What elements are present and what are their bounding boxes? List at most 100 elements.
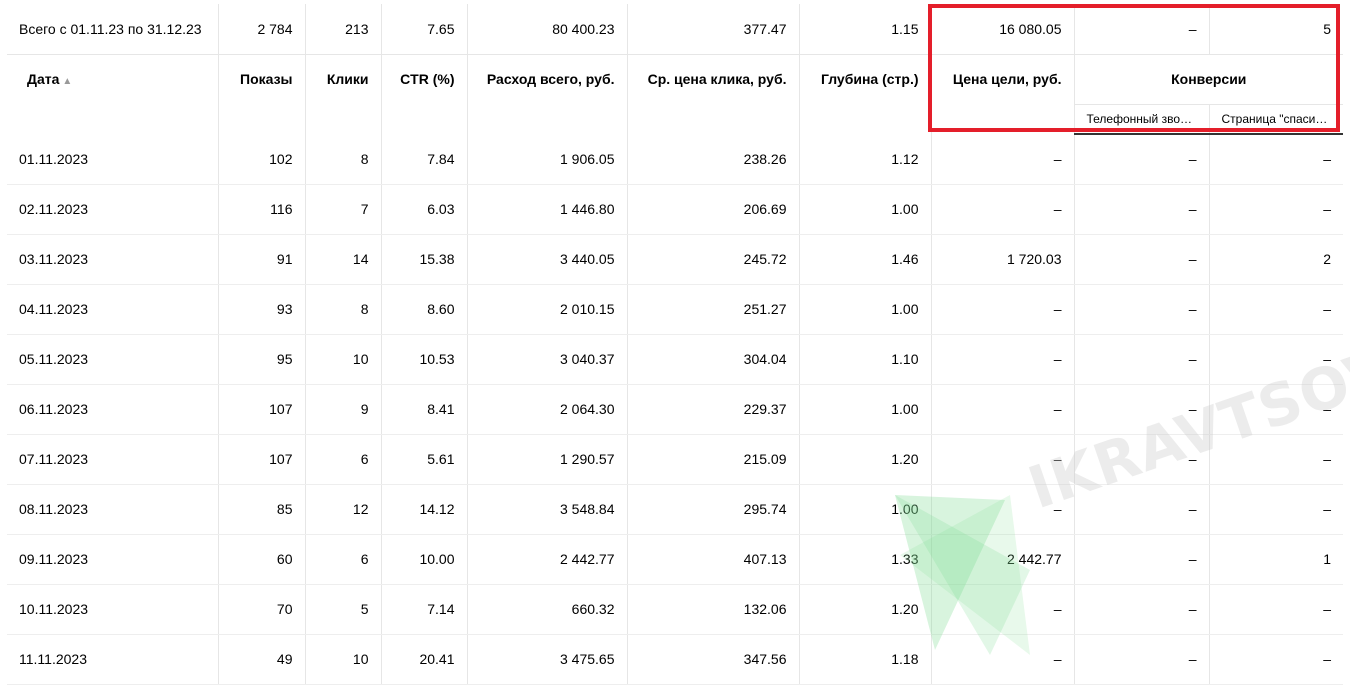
column-header-clicks[interactable]: Клики [304, 54, 381, 134]
column-header-impressions[interactable]: Показы [217, 54, 305, 134]
cell-clicks: 7 [304, 184, 381, 235]
cell-goal-price: – [930, 334, 1074, 385]
cell-conv-phone: – [1073, 434, 1209, 485]
cell-conv-thanks: – [1208, 634, 1343, 685]
table-row[interactable]: 03.11.2023 91 14 15.38 3 440.05 245.72 1.46 1 7… [7, 234, 1343, 285]
column-header-conversions[interactable]: Конверсии [1073, 54, 1343, 105]
cell-cost: 1 906.05 [466, 134, 627, 185]
table-row[interactable]: 06.11.2023 107 9 8.41 2 064.30 229.37 1.00– – – [7, 384, 1343, 435]
cell-date: 07.11.2023 [7, 434, 218, 485]
column-header-cost[interactable]: Расход всего, руб. [466, 54, 627, 134]
cell-impressions: 102 [217, 134, 305, 185]
cell-goal-price: 2 442.77 [930, 534, 1074, 585]
cell-conv-thanks: – [1208, 384, 1343, 435]
table-row[interactable]: 10.11.2023 70 5 7.14 660.32 132.06 1.20– – – [7, 584, 1343, 635]
cell-conv-phone: – [1073, 584, 1209, 635]
cell-cost: 3 440.05 [466, 234, 627, 285]
sort-ascending-icon: ▲ [62, 75, 73, 87]
total-impressions: 2 784 [217, 4, 305, 55]
cell-conv-phone: – [1073, 184, 1209, 235]
cell-clicks: 14 [304, 234, 381, 285]
cell-goal-price: – [930, 484, 1074, 535]
column-header-conv-thanks[interactable]: Страница "спасибо" [1208, 103, 1343, 135]
table-row[interactable]: 07.11.2023 107 6 5.61 1 290.57 215.09 1.20– – – [7, 434, 1343, 485]
cell-clicks: 6 [304, 434, 381, 485]
column-header-avg-cpc[interactable]: Ср. цена клика, руб. [626, 54, 799, 134]
cell-goal-price: – [930, 184, 1074, 235]
total-goal-price: 16 080.05 [930, 4, 1074, 55]
cell-cost: 660.32 [466, 584, 627, 635]
cell-date: 10.11.2023 [7, 584, 218, 635]
total-avg-cpc: 377.47 [626, 4, 799, 55]
cell-date: 09.11.2023 [7, 534, 218, 585]
total-cost: 80 400.23 [466, 4, 627, 55]
cell-conv-phone: – [1073, 384, 1209, 435]
cell-depth: 1.00 [798, 284, 931, 335]
column-header-date-label: Дата [27, 70, 60, 87]
cell-ctr: 8.41 [380, 384, 467, 435]
cell-impressions: 70 [217, 584, 305, 635]
cell-cost: 3 040.37 [466, 334, 627, 385]
cell-depth: 1.00 [798, 384, 931, 435]
cell-clicks: 9 [304, 384, 381, 435]
cell-ctr: 7.84 [380, 134, 467, 185]
column-header-depth[interactable]: Глубина (стр.) [798, 54, 931, 134]
table-row[interactable]: 09.11.2023 60 6 10.00 2 442.77 407.13 1.33 2 44… [7, 534, 1343, 585]
table-row[interactable]: 05.11.2023 95 10 10.53 3 040.37 304.04 1.10– – – [7, 334, 1343, 385]
total-label: Всего с 01.11.23 по 31.12.23 [7, 4, 218, 55]
table-row[interactable]: 11.11.2023 49 10 20.41 3 475.65 347.56 1.18– – – [7, 634, 1343, 685]
column-header-conv-phone[interactable]: Телефонный звонок [1073, 103, 1209, 135]
total-conv-thanks: 5 [1208, 4, 1343, 55]
table-row[interactable]: 01.11.2023 102 8 7.84 1 906.05 238.26 1.12– – – [7, 134, 1343, 185]
column-header-date[interactable]: Дата ▲ [7, 54, 218, 134]
cell-cost: 3 475.65 [466, 634, 627, 685]
cell-cost: 2 064.30 [466, 384, 627, 435]
cell-depth: 1.00 [798, 184, 931, 235]
cell-goal-price: – [930, 134, 1074, 185]
cell-depth: 1.12 [798, 134, 931, 185]
cell-date: 08.11.2023 [7, 484, 218, 535]
statistics-table: Всего с 01.11.23 по 31.12.23 2 784 213 7… [7, 4, 1343, 685]
cell-ctr: 10.00 [380, 534, 467, 585]
cell-conv-phone: – [1073, 484, 1209, 535]
cell-conv-phone: – [1073, 334, 1209, 385]
cell-avg-cpc: 215.09 [626, 434, 799, 485]
cell-avg-cpc: 132.06 [626, 584, 799, 635]
cell-conv-thanks: – [1208, 334, 1343, 385]
cell-avg-cpc: 206.69 [626, 184, 799, 235]
column-header-goal-price[interactable]: Цена цели, руб. [930, 54, 1074, 134]
cell-conv-phone: – [1073, 134, 1209, 185]
cell-avg-cpc: 245.72 [626, 234, 799, 285]
cell-depth: 1.46 [798, 234, 931, 285]
cell-clicks: 8 [304, 134, 381, 185]
cell-clicks: 6 [304, 534, 381, 585]
cell-avg-cpc: 238.26 [626, 134, 799, 185]
cell-goal-price: – [930, 384, 1074, 435]
table-row[interactable]: 02.11.2023 116 7 6.03 1 446.80 206.69 1.00– – – [7, 184, 1343, 235]
cell-clicks: 5 [304, 584, 381, 635]
cell-impressions: 49 [217, 634, 305, 685]
cell-impressions: 116 [217, 184, 305, 235]
column-header-ctr[interactable]: CTR (%) [380, 54, 467, 134]
cell-conv-thanks: – [1208, 584, 1343, 635]
cell-clicks: 10 [304, 334, 381, 385]
cell-depth: 1.33 [798, 534, 931, 585]
cell-avg-cpc: 251.27 [626, 284, 799, 335]
cell-conv-phone: – [1073, 534, 1209, 585]
cell-ctr: 8.60 [380, 284, 467, 335]
cell-date: 11.11.2023 [7, 634, 218, 685]
cell-depth: 1.00 [798, 484, 931, 535]
cell-cost: 2 442.77 [466, 534, 627, 585]
cell-ctr: 10.53 [380, 334, 467, 385]
table-body: 01.11.2023 102 8 7.84 1 906.05 238.26 1.12– – –0… [7, 134, 1343, 685]
cell-impressions: 85 [217, 484, 305, 535]
cell-impressions: 91 [217, 234, 305, 285]
cell-avg-cpc: 229.37 [626, 384, 799, 435]
cell-clicks: 12 [304, 484, 381, 535]
cell-conv-phone: – [1073, 234, 1209, 285]
cell-impressions: 107 [217, 384, 305, 435]
table-row[interactable]: 08.11.2023 85 12 14.12 3 548.84 295.74 1.00– – – [7, 484, 1343, 535]
table-row[interactable]: 04.11.2023 93 8 8.60 2 010.15 251.27 1.00– – – [7, 284, 1343, 335]
header-row: Дата ▲ Показы Клики CTR (%) Расход всего,… [7, 54, 1343, 134]
cell-conv-phone: – [1073, 634, 1209, 685]
